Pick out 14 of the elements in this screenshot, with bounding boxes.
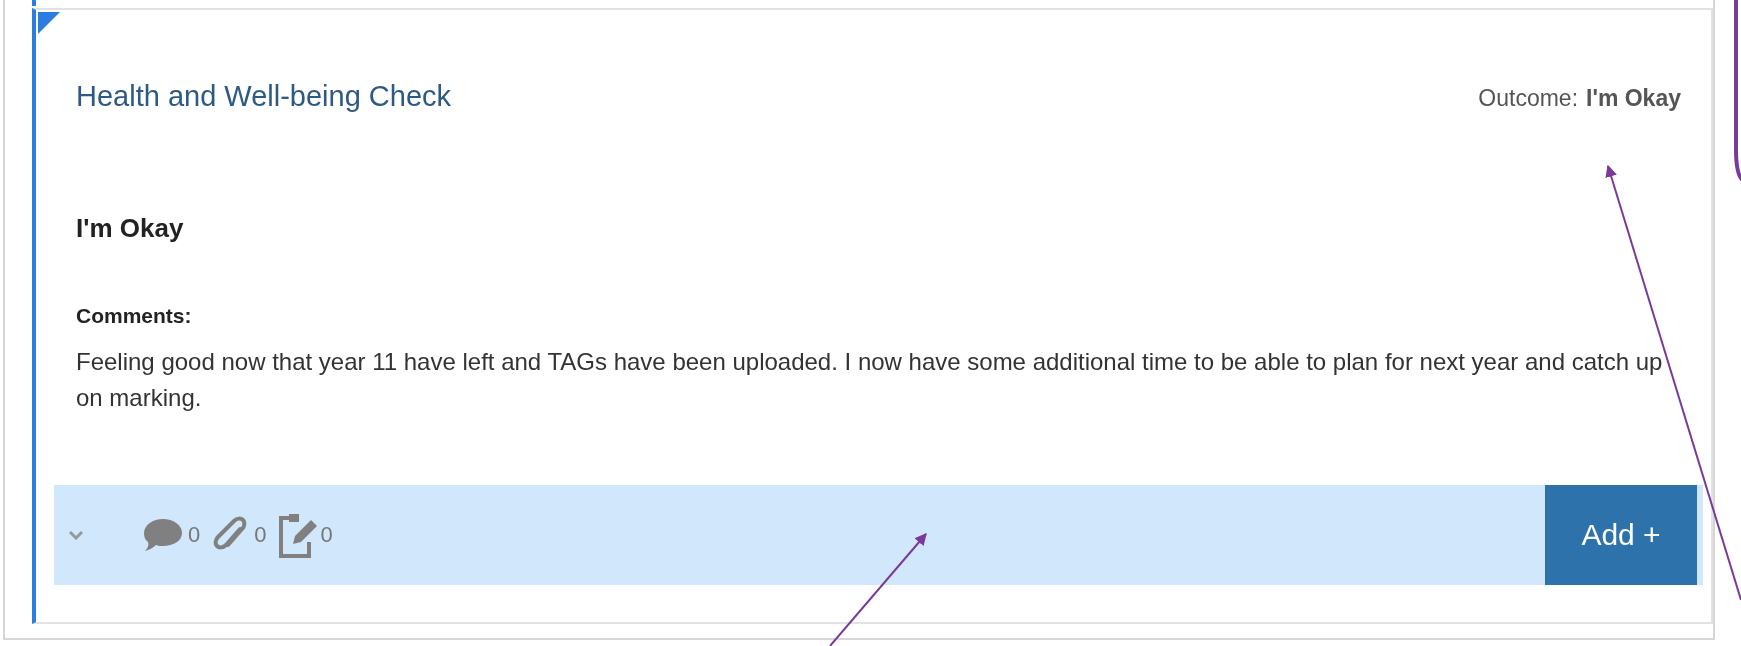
clipboard-pencil-icon[interactable] xyxy=(276,512,317,558)
outcome-label: Outcome: xyxy=(1478,85,1579,112)
add-button[interactable]: Add + xyxy=(1545,485,1697,585)
corner-flag-icon xyxy=(38,12,60,34)
response-text: I'm Okay xyxy=(76,213,185,244)
speech-bubble-icon[interactable] xyxy=(142,517,184,553)
comments-label: Comments: xyxy=(76,304,193,328)
outcome-value: I'm Okay xyxy=(1586,85,1681,112)
card-title: Health and Well-being Check xyxy=(76,80,452,113)
comments-text: Feeling good now that year 11 have left and TAGs have been uploaded. I now have some additional time to be able to plan for next year and catch up on marking. xyxy=(76,347,1664,413)
count-label: 0 xyxy=(320,522,333,548)
count-label: 0 xyxy=(254,522,267,548)
chevron-down-icon[interactable] xyxy=(68,530,84,540)
count-label: 0 xyxy=(188,522,201,548)
